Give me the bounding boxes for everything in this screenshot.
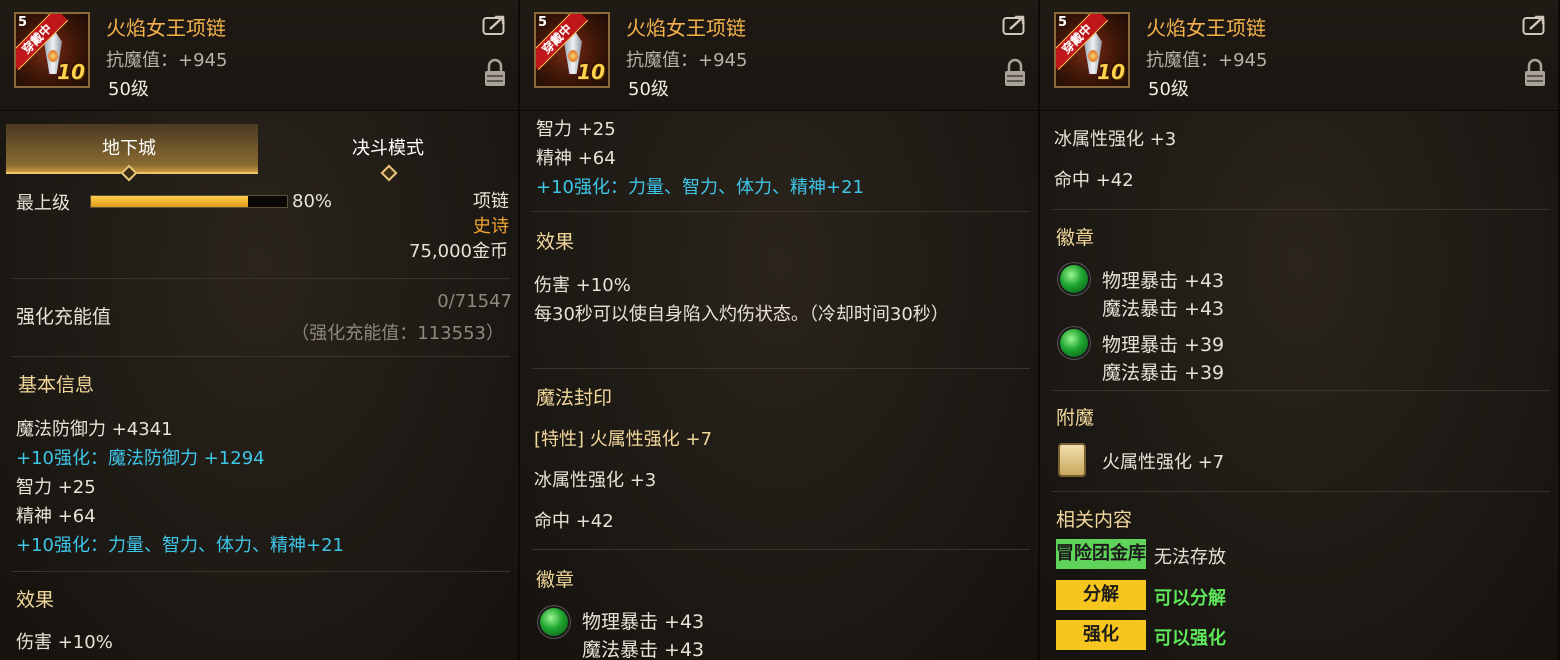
tooltip-header: 5 穿戴中 10 火焰女王项链 抗魔值：+945 50级 xyxy=(0,0,518,111)
icon-corner-number: 5 xyxy=(1058,15,1068,30)
related-title: 相关内容 xyxy=(1056,509,1133,531)
share-icon[interactable] xyxy=(1002,14,1028,36)
green-emblem-icon xyxy=(540,608,568,636)
item-level: 50级 xyxy=(108,79,149,100)
related-status: 可以分解 xyxy=(1154,588,1226,609)
related-status: 无法存放 xyxy=(1154,547,1226,568)
tab-duel[interactable]: 决斗模式 xyxy=(352,134,424,160)
stat-line: 智力 +25 xyxy=(536,119,616,140)
tooltip-header: 5 穿戴中 10 火焰女王项链 抗魔值：+945 50级 xyxy=(1040,0,1558,111)
stat-line-enhance: +10强化：魔法防御力 +1294 xyxy=(16,448,265,469)
basic-info-title: 基本信息 xyxy=(18,374,95,396)
emblem-line: 魔法暴击 +43 xyxy=(1102,298,1225,320)
tooltip-body: 智力 +25 精神 +64 +10强化：力量、智力、体力、精神+21 效果 伤害… xyxy=(520,111,1038,660)
emblem-line: 魔法暴击 +39 xyxy=(1102,362,1225,384)
enchant-card-icon xyxy=(1058,443,1086,477)
lock-icon[interactable] xyxy=(1524,58,1546,88)
stat-line: 精神 +64 xyxy=(536,148,616,169)
item-name: 火焰女王项链 xyxy=(1146,16,1266,40)
divider xyxy=(1052,209,1550,210)
enhance-level-badge: 10 xyxy=(57,60,85,84)
emblem-line: 物理暴击 +43 xyxy=(582,611,705,633)
magic-seal-title: 魔法封印 xyxy=(536,387,613,409)
tab-dungeon-label[interactable]: 地下城 xyxy=(102,134,156,160)
enhance-badge: 强化 xyxy=(1056,620,1146,650)
item-anti-magic-stat: 抗魔值：+945 xyxy=(1146,50,1268,71)
necklace-item-icon: 5 穿戴中 10 xyxy=(1054,12,1130,88)
stat-line: 智力 +25 xyxy=(16,477,96,498)
share-icon[interactable] xyxy=(1522,14,1548,36)
divider xyxy=(1052,390,1550,391)
emblem-title: 徽章 xyxy=(1056,227,1095,249)
emblem-title: 徽章 xyxy=(536,569,575,591)
related-status: 可以强化 xyxy=(1154,628,1226,649)
item-grade: 史诗 xyxy=(473,216,509,237)
item-tooltip-panel-1: 5 穿戴中 10 火焰女王项链 抗魔值：+945 50级 地下城 决斗模式 最上… xyxy=(0,0,520,660)
rarity-percent: 80% xyxy=(292,191,333,212)
necklace-item-icon: 5 穿戴中 10 xyxy=(14,12,90,88)
charge-value: 0/71547 xyxy=(437,291,512,312)
emblem-line: 物理暴击 +39 xyxy=(1102,334,1225,356)
enhance-level-badge: 10 xyxy=(577,60,605,84)
item-price: 75,000金币 xyxy=(409,241,508,262)
item-tooltip-panel-3: 5 穿戴中 10 火焰女王项链 抗魔值：+945 50级 冰属性强化 +3 命中… xyxy=(1040,0,1560,660)
divider xyxy=(532,368,1030,369)
item-tooltip-panel-2: 5 穿戴中 10 火焰女王项链 抗魔值：+945 50级 智力 +25 精神 +… xyxy=(520,0,1040,660)
icon-corner-number: 5 xyxy=(538,15,548,30)
rarity-progress-fill xyxy=(91,196,248,207)
seal-line: 冰属性强化 +3 xyxy=(534,470,657,491)
item-anti-magic-stat: 抗魔值：+945 xyxy=(106,50,228,71)
green-emblem-icon xyxy=(1060,329,1088,357)
lock-icon[interactable] xyxy=(484,58,506,88)
charge-label: 强化充能值 xyxy=(16,306,112,328)
rarity-progress-bar xyxy=(90,195,288,208)
icon-corner-number: 5 xyxy=(18,15,28,30)
necklace-item-icon: 5 穿戴中 10 xyxy=(534,12,610,88)
stat-line: 冰属性强化 +3 xyxy=(1054,129,1177,150)
item-level: 50级 xyxy=(628,79,669,100)
emblem-line: 魔法暴击 +43 xyxy=(582,639,705,660)
adventure-vault-badge: 冒险团金库 xyxy=(1056,539,1146,569)
seal-line: 命中 +42 xyxy=(534,511,614,532)
effect-line: 伤害 +10% xyxy=(16,632,113,653)
rarity-label: 最上级 xyxy=(16,193,70,214)
divider xyxy=(532,211,1030,212)
disassemble-badge: 分解 xyxy=(1056,580,1146,610)
item-type: 项链 xyxy=(473,191,509,212)
stat-line: 魔法防御力 +4341 xyxy=(16,419,173,440)
divider xyxy=(1052,491,1550,492)
enhance-level-badge: 10 xyxy=(1097,60,1125,84)
seal-trait-line: [特性] 火属性强化 +7 xyxy=(534,429,713,450)
effect-title: 效果 xyxy=(536,231,575,253)
effect-title: 效果 xyxy=(16,589,55,611)
effect-line: 伤害 +10% xyxy=(534,275,631,296)
divider xyxy=(12,278,510,279)
divider xyxy=(12,571,510,572)
item-anti-magic-stat: 抗魔值：+945 xyxy=(626,50,748,71)
divider xyxy=(532,549,1030,550)
item-name: 火焰女王项链 xyxy=(626,16,746,40)
tooltip-header: 5 穿戴中 10 火焰女王项链 抗魔值：+945 50级 xyxy=(520,0,1038,111)
tab-indicator-diamond xyxy=(380,164,398,182)
stat-line: 精神 +64 xyxy=(16,506,96,527)
enchant-title: 附魔 xyxy=(1056,407,1095,429)
tooltip-body: 冰属性强化 +3 命中 +42 徽章 物理暴击 +43 魔法暴击 +43 物理暴… xyxy=(1040,111,1558,660)
lock-icon[interactable] xyxy=(1004,58,1026,88)
effect-line: 每30秒可以使自身陷入灼伤状态。（冷却时间30秒） xyxy=(534,304,949,325)
tooltip-body: 地下城 决斗模式 最上级 80% 项链 史诗 75,000金币 0/71547 … xyxy=(0,111,518,660)
enchant-line: 火属性强化 +7 xyxy=(1102,452,1225,473)
green-emblem-icon xyxy=(1060,265,1088,293)
emblem-line: 物理暴击 +43 xyxy=(1102,270,1225,292)
share-icon[interactable] xyxy=(482,14,508,36)
item-level: 50级 xyxy=(1148,79,1189,100)
divider xyxy=(12,356,510,357)
stat-line-enhance: +10强化：力量、智力、体力、精神+21 xyxy=(16,535,344,556)
item-name: 火焰女王项链 xyxy=(106,16,226,40)
stat-line-enhance: +10强化：力量、智力、体力、精神+21 xyxy=(536,177,864,198)
charge-sub: （强化充能值：113553） xyxy=(291,323,504,344)
stat-line: 命中 +42 xyxy=(1054,170,1134,191)
